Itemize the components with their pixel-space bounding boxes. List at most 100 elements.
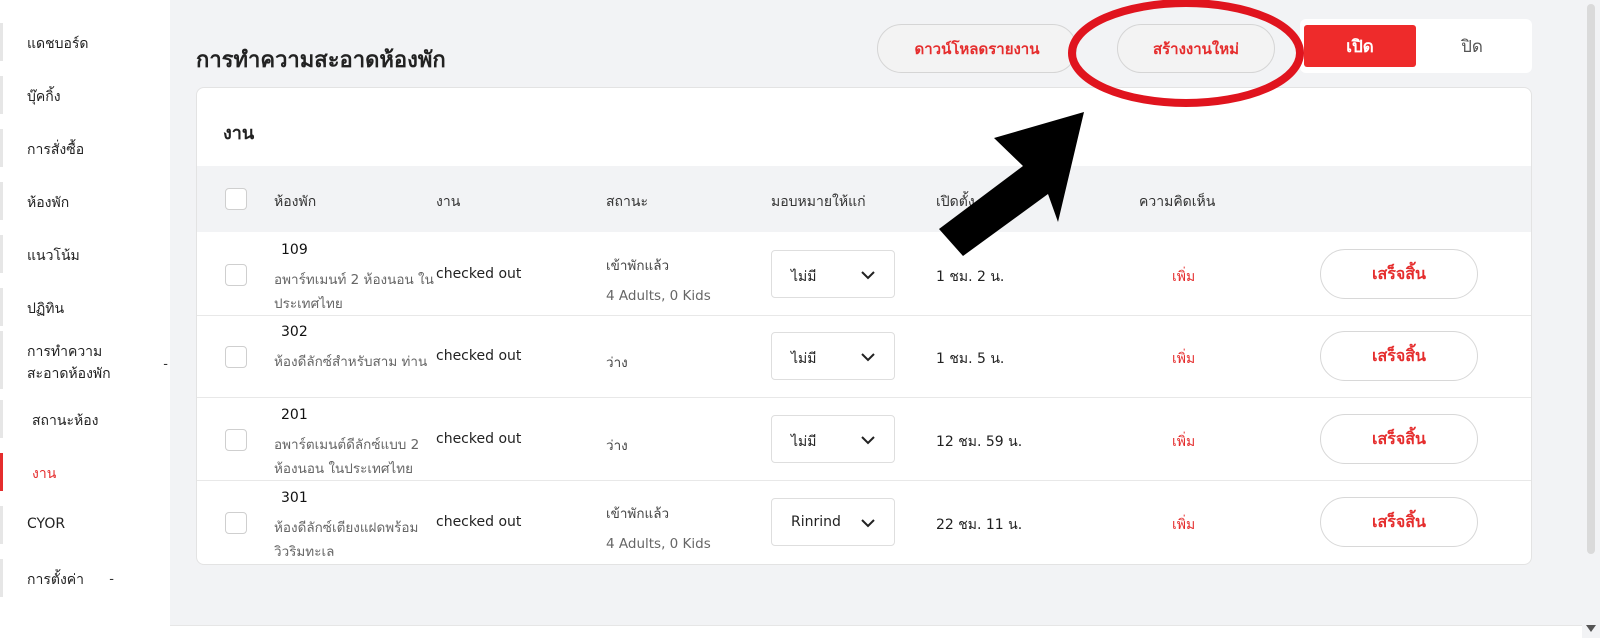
assignee-select[interactable]: Rinrind — [771, 498, 895, 546]
room-number: 201 — [281, 407, 308, 423]
sidebar-item-trends[interactable]: แนวโน้ม — [0, 235, 170, 273]
room-status: เข้าพักแล้ว 4 Adults, 0 Kids — [606, 251, 711, 311]
task-name: checked out — [436, 431, 522, 447]
sidebar-item-tasks[interactable]: งาน — [0, 453, 170, 491]
room-number: 301 — [281, 490, 308, 506]
assignee-value: Rinrind — [791, 514, 841, 530]
chevron-down-icon — [861, 271, 875, 280]
column-header-opened: เปิดตั้ง — [936, 194, 975, 210]
add-comment-link[interactable]: เพิ่ม — [1172, 514, 1195, 536]
chevron-down-icon — [861, 436, 875, 445]
toggle-on-button[interactable]: เปิด — [1304, 25, 1416, 67]
room-status: เข้าพักแล้ว 4 Adults, 0 Kids — [606, 499, 711, 559]
room-status: ว่าง — [606, 348, 628, 378]
status-label: เข้าพักแล้ว — [606, 506, 670, 522]
opened-duration: 1 ชม. 5 น. — [936, 351, 1005, 367]
scrollbar-thumb[interactable] — [1587, 4, 1595, 554]
column-header-assigned-to: มอบหมายให้แก่ — [771, 194, 866, 210]
assignee-select[interactable]: ไม่มี — [771, 250, 895, 298]
sidebar-item-label: บุ๊คกิ้ง — [27, 89, 61, 105]
status-label: ว่าง — [606, 355, 628, 371]
row-checkbox[interactable] — [225, 429, 247, 451]
sidebar-item-label-line1: การทำความ — [27, 344, 103, 360]
column-header-status: สถานะ — [606, 194, 648, 210]
chevron-down-icon — [861, 353, 875, 362]
table-row: 201 อพาร์ตเมนต์ดีลักซ์แบบ 2 ห้องนอน ในปร… — [197, 398, 1531, 481]
sidebar-item-label: ห้องพัก — [27, 195, 70, 211]
room-type: อพาร์ตเมนต์ดีลักซ์แบบ 2 ห้องนอน ในประเทศ… — [274, 437, 420, 477]
sidebar-item-label: ปฏิทิน — [27, 301, 65, 317]
opened-duration: 12 ชม. 59 น. — [936, 434, 1023, 450]
sidebar-item-cyor[interactable]: CYOR — [0, 506, 170, 544]
add-comment-link[interactable]: เพิ่ม — [1172, 348, 1195, 370]
sidebar-item-label: แนวโน้ม — [27, 248, 80, 264]
row-checkbox[interactable] — [225, 512, 247, 534]
open-close-toggle: เปิด ปิด — [1300, 19, 1532, 73]
status-label: ว่าง — [606, 438, 628, 454]
assignee-select[interactable]: ไม่มี — [771, 332, 895, 380]
collapse-indicator: - — [163, 357, 168, 372]
sidebar-item-settings[interactable]: การตั้งค่า - — [0, 559, 170, 597]
assignee-value: ไม่มี — [791, 434, 817, 450]
table-header: ห้องพัก งาน สถานะ มอบหมายให้แก่ เปิดตั้ง… — [197, 166, 1531, 232]
room-number: 109 — [281, 242, 308, 258]
assignee-value: ไม่มี — [791, 269, 817, 285]
column-header-task: งาน — [436, 194, 461, 210]
room-status: ว่าง — [606, 431, 628, 461]
sidebar-item-label-line2: สะอาดห้องพัก — [27, 366, 111, 382]
opened-duration: 22 ชม. 11 น. — [936, 517, 1023, 533]
select-all-checkbox[interactable] — [225, 188, 247, 210]
scroll-down-arrow-icon[interactable] — [1585, 622, 1597, 634]
task-name: checked out — [436, 266, 522, 282]
download-report-button[interactable]: ดาวน์โหลดรายงาน — [877, 24, 1077, 73]
room-type: ห้องดีลักซ์สำหรับสาม ท่าน — [274, 354, 428, 370]
opened-duration: 1 ชม. 2 น. — [936, 269, 1005, 285]
room-type: ห้องดีลักซ์เตียงแฝดพร้อม วิวริมทะเล — [274, 520, 419, 560]
complete-button[interactable]: เสร็จสิ้น — [1320, 331, 1478, 381]
room-type: อพาร์ทเมนท์ 2 ห้องนอน ในประเทศไทย — [274, 272, 434, 312]
sidebar-item-label: แดชบอร์ด — [27, 36, 89, 52]
sidebar-item-label: งาน — [32, 466, 57, 482]
table-row: 301 ห้องดีลักซ์เตียงแฝดพร้อม วิวริมทะเล … — [197, 481, 1531, 564]
task-name: checked out — [436, 514, 522, 530]
sidebar: แดชบอร์ด บุ๊คกิ้ง การสั่งซื้อ ห้องพัก แน… — [0, 0, 170, 638]
add-comment-link[interactable]: เพิ่ม — [1172, 431, 1195, 453]
row-checkbox[interactable] — [225, 346, 247, 368]
column-header-comments: ความคิดเห็น — [1139, 194, 1216, 210]
page-title: การทำความสะอาดห้องพัก — [196, 48, 446, 73]
column-header-room: ห้องพัก — [274, 194, 317, 210]
row-checkbox[interactable] — [225, 264, 247, 286]
complete-button[interactable]: เสร็จสิ้น — [1320, 249, 1478, 299]
table-row: 302 ห้องดีลักซ์สำหรับสาม ท่าน checked ou… — [197, 315, 1531, 398]
chevron-down-icon — [861, 519, 875, 528]
card-title: งาน — [223, 123, 255, 144]
table-row: 109 อพาร์ทเมนท์ 2 ห้องนอน ในประเทศไทย ch… — [197, 233, 1531, 316]
sidebar-item-label: สถานะห้อง — [32, 413, 99, 429]
sidebar-item-housekeeping[interactable]: การทำความ สะอาดห้องพัก - — [0, 331, 170, 389]
page-footer-strip — [170, 625, 1582, 638]
vertical-scrollbar[interactable] — [1582, 0, 1600, 638]
sidebar-item-label: CYOR — [27, 516, 66, 532]
room-number: 302 — [281, 324, 308, 340]
toggle-off-button[interactable]: ปิด — [1416, 25, 1528, 67]
sidebar-item-label: การสั่งซื้อ — [27, 142, 85, 158]
assignee-select[interactable]: ไม่มี — [771, 415, 895, 463]
guest-count: 4 Adults, 0 Kids — [606, 536, 711, 552]
sidebar-item-dashboard[interactable]: แดชบอร์ด — [0, 23, 170, 61]
sidebar-item-label: การตั้งค่า — [27, 572, 85, 588]
complete-button[interactable]: เสร็จสิ้น — [1320, 414, 1478, 464]
sidebar-item-bookings[interactable]: บุ๊คกิ้ง — [0, 76, 170, 114]
add-comment-link[interactable]: เพิ่ม — [1172, 266, 1195, 288]
create-task-button[interactable]: สร้างงานใหม่ — [1117, 24, 1275, 73]
tasks-card: งาน ห้องพัก งาน สถานะ มอบหมายให้แก่ เปิด… — [196, 87, 1532, 565]
sidebar-item-calendar[interactable]: ปฏิทิน — [0, 288, 170, 326]
complete-button[interactable]: เสร็จสิ้น — [1320, 497, 1478, 547]
guest-count: 4 Adults, 0 Kids — [606, 288, 711, 304]
assignee-value: ไม่มี — [791, 351, 817, 367]
status-label: เข้าพักแล้ว — [606, 258, 670, 274]
collapse-indicator: - — [109, 572, 114, 587]
sidebar-item-rooms[interactable]: ห้องพัก — [0, 182, 170, 220]
sidebar-item-room-status[interactable]: สถานะห้อง — [0, 400, 170, 438]
sidebar-item-orders[interactable]: การสั่งซื้อ — [0, 129, 170, 167]
task-name: checked out — [436, 348, 522, 364]
